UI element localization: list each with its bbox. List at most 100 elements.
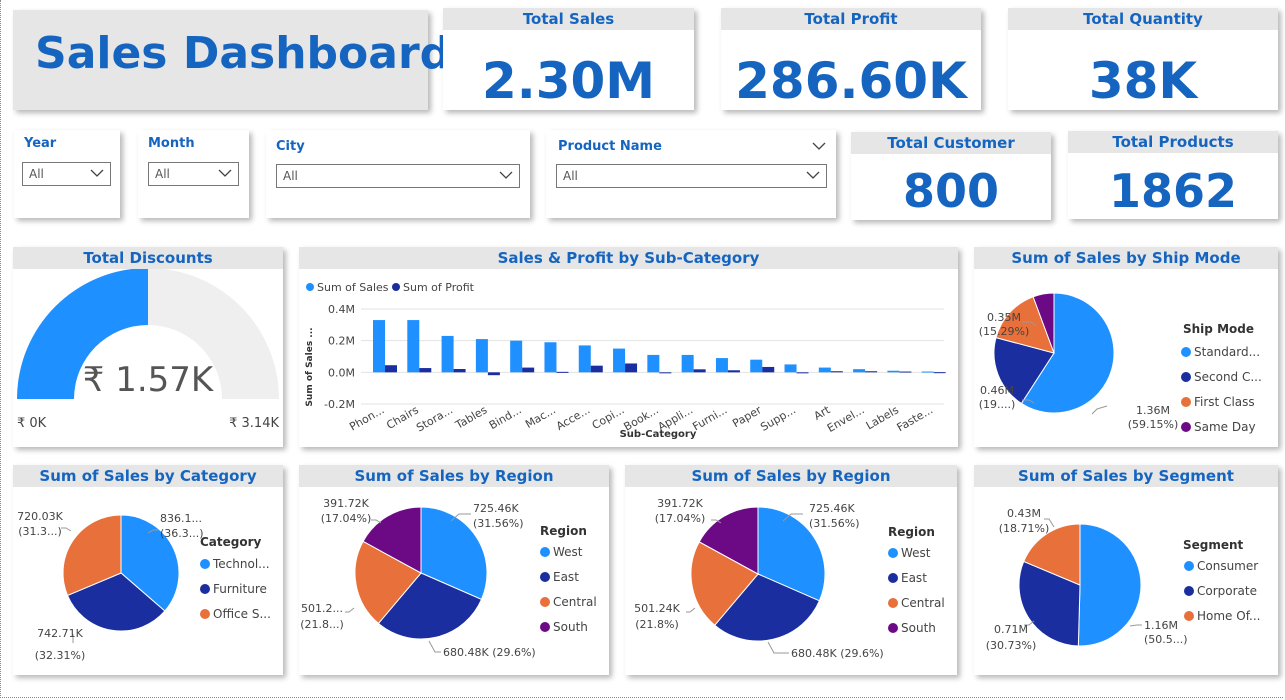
legend-item[interactable]: Central: [553, 595, 597, 609]
bar-sales[interactable]: [750, 359, 763, 373]
bar-sales[interactable]: [887, 370, 900, 373]
x-tick-label: Acce...: [554, 403, 592, 433]
bar-profit[interactable]: [556, 371, 569, 373]
bar-sales[interactable]: [853, 369, 866, 373]
kpi-total-profit[interactable]: Total Profit 286.60K: [721, 8, 981, 110]
legend-swatch: [888, 598, 898, 608]
slicer-product-dropdown[interactable]: All: [556, 164, 827, 188]
kpi-total-sales[interactable]: Total Sales 2.30M: [443, 8, 694, 110]
legend-swatch-sales: [306, 283, 314, 291]
legend-item[interactable]: Corporate: [1197, 584, 1257, 598]
bar-profit[interactable]: [419, 368, 432, 373]
legend-item[interactable]: Second C...: [1194, 370, 1262, 384]
bar-sales[interactable]: [784, 364, 797, 373]
legend-item[interactable]: West: [553, 545, 583, 559]
region-chart-card-1[interactable]: Sum of Sales by Region Region West East Ce…: [299, 465, 609, 675]
x-tick-label: Envel...: [825, 403, 867, 435]
bar-sales[interactable]: [921, 371, 934, 373]
data-label-office: 720.03K: [17, 510, 63, 523]
x-tick-label: Supp...: [758, 403, 798, 433]
legend-item[interactable]: South: [553, 620, 588, 634]
legend-item[interactable]: Consumer: [1197, 559, 1258, 573]
legend-item[interactable]: Office S...: [213, 607, 271, 621]
bar-sales[interactable]: [613, 348, 626, 373]
bar-profit[interactable]: [762, 366, 775, 373]
bar-profit[interactable]: [659, 372, 672, 374]
legend-swatch-profit: [392, 283, 400, 291]
legend-item[interactable]: Same Day: [1194, 420, 1256, 434]
bar-profit[interactable]: [522, 367, 535, 373]
bar-profit[interactable]: [865, 371, 878, 373]
slicer-year[interactable]: Year All: [14, 130, 120, 218]
legend-swatch: [888, 573, 898, 583]
y-tick-label: 0.0M: [328, 366, 355, 379]
slicer-month-label: Month: [148, 136, 195, 151]
bar-sales[interactable]: [510, 340, 523, 373]
bar-sales[interactable]: [407, 320, 420, 373]
x-tick-label: Faste...: [895, 403, 936, 434]
segment-chart-card[interactable]: Sum of Sales by Segment Segment Consumer…: [974, 465, 1278, 675]
region-chart-card-2[interactable]: Sum of Sales by Region Region West East Ce…: [625, 465, 957, 675]
kpi-total-customer[interactable]: Total Customer 800: [851, 132, 1051, 220]
bar-sales[interactable]: [373, 320, 385, 373]
slicer-city[interactable]: City All: [266, 130, 530, 218]
data-label-furniture-pct: (32.31%): [35, 649, 86, 662]
shipmode-chart-title: Sum of Sales by Ship Mode: [974, 247, 1278, 269]
bar-sales[interactable]: [715, 358, 728, 373]
chevron-down-icon[interactable]: [812, 139, 826, 153]
kpi-total-customer-value: 800: [902, 164, 1000, 218]
bar-sales[interactable]: [578, 345, 591, 373]
slicer-month[interactable]: Month All: [138, 130, 249, 218]
bar-profit[interactable]: [693, 369, 706, 373]
slicer-city-dropdown[interactable]: All: [276, 164, 520, 188]
legend-item[interactable]: Technol...: [212, 557, 270, 571]
bar-profit[interactable]: [385, 365, 397, 373]
bar-profit[interactable]: [899, 371, 912, 373]
pie-slice-consumer[interactable]: [1077, 523, 1142, 647]
bar-sales[interactable]: [475, 339, 488, 373]
region-pie-chart-1: Region West East Central South 725.46K (31.…: [300, 497, 597, 659]
bar-sales[interactable]: [441, 335, 454, 373]
kpi-total-quantity[interactable]: Total Quantity 38K: [1008, 8, 1278, 110]
shipmode-chart-card[interactable]: Sum of Sales by Ship Mode Ship Mode Stan…: [974, 247, 1278, 447]
kpi-total-sales-value: 2.30M: [481, 52, 656, 110]
bar-sales[interactable]: [681, 354, 694, 373]
legend-item[interactable]: Central: [901, 596, 945, 610]
legend-item[interactable]: Furniture: [213, 582, 267, 596]
legend-item[interactable]: Standard...: [1194, 345, 1260, 359]
bar-profit[interactable]: [487, 372, 500, 376]
bar-profit[interactable]: [796, 372, 809, 374]
slicer-product-name[interactable]: Product Name All: [546, 130, 836, 218]
data-label-standard-pct: (59.15%): [1128, 418, 1179, 431]
legend-item[interactable]: East: [553, 570, 579, 584]
category-chart-card[interactable]: Sum of Sales by Category Category Techno…: [13, 465, 283, 675]
legend-item[interactable]: South: [901, 621, 936, 635]
legend-item[interactable]: Home Of...: [1197, 609, 1261, 623]
legend-swatch: [1181, 347, 1191, 357]
data-label-second-pct: (19....): [979, 398, 1016, 411]
bar-profit[interactable]: [830, 371, 843, 373]
bar-profit[interactable]: [933, 372, 946, 374]
bar-profit[interactable]: [590, 365, 603, 373]
discount-gauge: ₹ 1.57K ₹ 0K ₹ 3.14K: [17, 269, 279, 431]
legend-item[interactable]: First Class: [1194, 395, 1255, 409]
chevron-down-icon: [90, 169, 104, 177]
kpi-total-products[interactable]: Total Products 1862: [1068, 131, 1278, 219]
bar-sales[interactable]: [818, 367, 831, 373]
subcategory-chart-card[interactable]: Sales & Profit by Sub-Category Sum of Sa…: [299, 247, 958, 447]
bar-profit[interactable]: [727, 370, 740, 373]
total-discounts-card[interactable]: Total Discounts ₹ 1.57K ₹ 0K ₹ 3.14K: [13, 247, 283, 447]
slicer-month-dropdown[interactable]: All: [148, 162, 239, 186]
bar-profit[interactable]: [625, 363, 638, 373]
slicer-year-dropdown[interactable]: All: [22, 162, 111, 186]
data-label-west-pct: (31.56%): [809, 517, 860, 530]
legend-item[interactable]: West: [901, 546, 931, 560]
shipmode-pie-chart: Ship Mode Standard... Second C... First Cl…: [979, 292, 1262, 434]
bar-profit[interactable]: [453, 369, 466, 373]
legend-item[interactable]: East: [901, 571, 927, 585]
bar-sales[interactable]: [544, 342, 557, 373]
bar-sales[interactable]: [647, 354, 660, 373]
legend-swatch: [888, 623, 898, 633]
legend-swatch: [1184, 586, 1194, 596]
kpi-total-products-value: 1862: [1108, 164, 1238, 218]
